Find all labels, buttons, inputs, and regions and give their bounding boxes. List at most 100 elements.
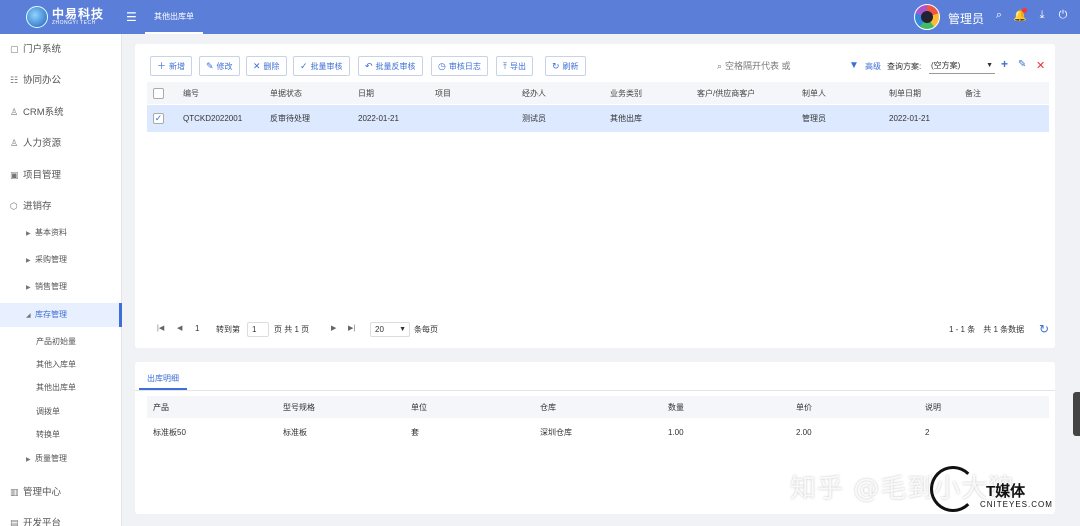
chevron-down-icon: ▼	[399, 326, 406, 333]
sidebar: ▢ 门户系统 ☷ 协同办公 ♙ CRM系统 ♙ 人力资源 ▣ 项目管理 ⬡ 进销存 ▶ 基本资…	[0, 34, 122, 526]
audit-log-button[interactable]: ◷ 审核日志	[431, 56, 488, 76]
audit-log-label: 审核日志	[448, 62, 481, 71]
select-all-cell[interactable]	[153, 82, 164, 104]
column-header[interactable]: 仓库	[540, 396, 556, 418]
page-total: 页 共 1 页	[274, 325, 310, 334]
add-button[interactable]: ＋新增	[150, 56, 193, 76]
query-plan-label: 查询方案:	[887, 62, 922, 71]
download-icon[interactable]: ⤓	[1035, 9, 1049, 22]
delete-plan-icon[interactable]: ✕	[1036, 59, 1045, 72]
tab-other-outbound[interactable]: 其他出库单	[145, 0, 203, 34]
row-checkbox[interactable]: ✓	[153, 113, 164, 124]
table-cell: 深圳仓库	[540, 427, 572, 437]
table-cell: 标准板50	[153, 427, 186, 437]
column-header[interactable]: 经办人	[522, 82, 546, 104]
logo-icon	[26, 6, 48, 28]
people-icon: ♙	[10, 138, 19, 148]
brand-logo[interactable]: 中易科技 ZHONGYI TECH	[26, 4, 126, 30]
sidebar-item-inventory[interactable]: ⬡ 进销存	[0, 195, 122, 217]
triangle-right-icon: ▶	[26, 258, 31, 264]
goto-label: 转到第	[216, 325, 240, 334]
sidebar-item-dev[interactable]: ▤ 开发平台	[0, 512, 122, 526]
sidebar-sub-sales[interactable]: ▶ 销售管理	[0, 277, 122, 297]
delete-label: 删除	[263, 62, 280, 71]
next-page-icon[interactable]: ▶	[331, 324, 336, 332]
sidebar-item-label: 管理中心	[23, 487, 62, 498]
tab-outbound-detail[interactable]: 出库明细	[139, 368, 187, 390]
first-page-icon[interactable]: |◀	[157, 324, 164, 332]
column-header[interactable]: 业务类别	[610, 82, 642, 104]
sidebar-item-label: CRM系统	[23, 107, 64, 118]
edit-button[interactable]: ✎ 修改	[199, 56, 240, 76]
query-plan-select[interactable]: (空方案) ▼	[929, 59, 995, 74]
sidebar-sub-purchase[interactable]: ▶ 采购管理	[0, 250, 122, 270]
column-header[interactable]: 单位	[411, 396, 427, 418]
column-header[interactable]: 数量	[668, 396, 684, 418]
column-header[interactable]: 日期	[358, 82, 374, 104]
last-page-icon[interactable]: ▶|	[348, 324, 355, 332]
column-header[interactable]: 说明	[925, 396, 941, 418]
export-label: 导出	[509, 62, 526, 71]
column-header[interactable]: 客户/供应商客户	[697, 82, 755, 104]
sidebar-leaf-other-out[interactable]: 其他出库单	[0, 379, 122, 397]
select-all-checkbox[interactable]	[153, 87, 164, 99]
prev-page-icon[interactable]: ◀	[177, 324, 182, 332]
add-plan-icon[interactable]: +	[1001, 57, 1008, 71]
triangle-right-icon: ▶	[26, 285, 31, 291]
search-input[interactable]: ⌕ 空格隔开代表 或	[717, 59, 827, 73]
row-select-cell[interactable]: ✓	[153, 105, 164, 132]
sidebar-item-project[interactable]: ▣ 项目管理	[0, 164, 122, 186]
delete-button[interactable]: ✕ 删除	[246, 56, 287, 76]
column-header[interactable]: 项目	[435, 82, 451, 104]
column-header[interactable]: 型号规格	[283, 396, 315, 418]
batch-unapprove-button[interactable]: ↶ 批量反审核	[358, 56, 423, 76]
page-size-select[interactable]: 20 ▼	[370, 322, 410, 337]
user-name[interactable]: 管理员	[948, 10, 984, 27]
menu-toggle-icon[interactable]: ☰	[126, 10, 137, 24]
table-row[interactable]: 标准板50 标准板 套 深圳仓库 1.00 2.00 2	[147, 420, 1049, 444]
sidebar-sub-basic[interactable]: ▶ 基本资料	[0, 223, 122, 243]
chart-icon: ▥	[10, 487, 19, 497]
refresh-icon[interactable]: ↻	[1039, 322, 1049, 336]
batch-approve-button[interactable]: ✓ 批量审核	[293, 56, 350, 76]
sidebar-leaf-other-in[interactable]: 其他入库单	[0, 356, 122, 374]
edit-plan-icon[interactable]: ✎	[1018, 59, 1026, 70]
export-button[interactable]: ⤒ 导出	[496, 56, 533, 76]
search-icon[interactable]: ⌕	[992, 9, 1006, 22]
column-header[interactable]: 备注	[965, 82, 981, 104]
table-row[interactable]: ✓ QTCKD2022001 反审待处理 2022-01-21 测试员 其他出库…	[147, 105, 1049, 132]
column-header[interactable]: 制单日期	[889, 82, 921, 104]
sidebar-item-admin[interactable]: ▥ 管理中心	[0, 481, 122, 503]
page-input[interactable]: 1	[247, 322, 269, 337]
sidebar-item-portal[interactable]: ▢ 门户系统	[0, 38, 122, 60]
refresh-button[interactable]: ↻ 刷新	[545, 56, 586, 76]
power-icon[interactable]: ⏻	[1056, 9, 1070, 22]
divider	[135, 390, 1055, 391]
filter-icon[interactable]: ▼	[849, 60, 859, 71]
grid-icon: ☷	[10, 75, 19, 85]
sidebar-item-label: 协同办公	[23, 75, 62, 86]
sidebar-item-crm[interactable]: ♙ CRM系统	[0, 101, 122, 123]
advanced-search-link[interactable]: 高级	[865, 61, 881, 72]
sidebar-item-hr[interactable]: ♙ 人力资源	[0, 132, 122, 154]
sidebar-leaf-initial[interactable]: 产品初始量	[0, 333, 122, 351]
sidebar-sub-stock[interactable]: ◢ 库存管理	[0, 303, 122, 327]
column-header[interactable]: 单价	[796, 396, 812, 418]
sidebar-leaf-convert[interactable]: 转换单	[0, 426, 122, 444]
side-drawer-handle[interactable]	[1073, 392, 1080, 436]
sidebar-leaf-transfer[interactable]: 调拨单	[0, 403, 122, 421]
column-header[interactable]: 制单人	[802, 82, 826, 104]
avatar[interactable]	[914, 4, 940, 30]
table-cell: 2.00	[796, 427, 812, 437]
column-header[interactable]: 编号	[183, 82, 199, 104]
close-icon: ✕	[253, 61, 261, 71]
sidebar-item-label: 开发平台	[23, 518, 62, 526]
triangle-down-icon: ◢	[26, 313, 31, 319]
sidebar-sub-label: 销售管理	[35, 282, 67, 291]
column-header[interactable]: 产品	[153, 396, 169, 418]
refresh-icon: ↻	[552, 61, 560, 71]
sidebar-item-office[interactable]: ☷ 协同办公	[0, 69, 122, 91]
pager-summary: 1 - 1 条 共 1 条数据	[949, 325, 1025, 334]
column-header[interactable]: 单据状态	[270, 82, 302, 104]
sidebar-sub-quality[interactable]: ▶ 质量管理	[0, 449, 122, 469]
